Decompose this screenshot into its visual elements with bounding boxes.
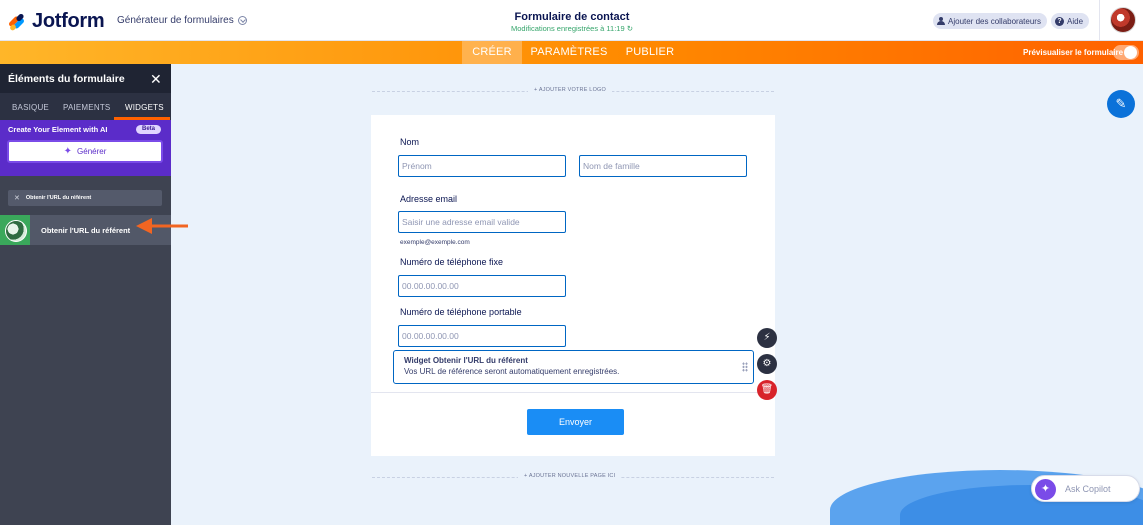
mobile-input[interactable]: 00.00.00.00.00: [398, 325, 566, 347]
ai-element-creator: Create Your Element with AI Beta ✦ Génér…: [0, 120, 171, 176]
submit-divider: [371, 392, 775, 393]
email-input[interactable]: Saisir une adresse email valide: [398, 211, 566, 233]
phone-label: Numéro de téléphone fixe: [400, 257, 504, 267]
drag-handle-icon[interactable]: [742, 362, 748, 372]
add-page-link[interactable]: + AJOUTER NOUVELLE PAGE ICI: [518, 473, 622, 479]
tab-payments[interactable]: PAIEMENTS: [63, 103, 110, 112]
builder-nav-bar: CRÉER PARAMÈTRES PUBLIER Prévisualiser l…: [0, 41, 1143, 64]
gear-icon[interactable]: ⚙: [757, 354, 777, 374]
search-filter-chip[interactable]: ✕ Obtenir l'URL du référent: [8, 190, 162, 206]
add-collaborators-label: Ajouter des collaborateurs: [948, 16, 1041, 26]
ask-copilot-button[interactable]: ✦ Ask Copilot: [1031, 475, 1140, 502]
widget-field-title: Widget Obtenir l'URL du référent: [404, 356, 528, 365]
tab-settings[interactable]: PARAMÈTRES: [530, 41, 608, 64]
referrer-url-widget-field[interactable]: Widget Obtenir l'URL du référent Vos URL…: [393, 350, 754, 384]
jotform-logo[interactable]: Jotform: [7, 10, 105, 33]
trash-icon[interactable]: 🗑: [757, 380, 777, 400]
save-status: Modifications enregistrées à 11:19 ↻: [470, 24, 674, 33]
preview-label: Prévisualiser le formulaire: [1023, 48, 1124, 57]
builder-select-dropdown[interactable]: Générateur de formulaires: [117, 15, 247, 26]
form-title-block: Formulaire de contact Modifications enre…: [470, 11, 674, 33]
globe-icon: [0, 215, 30, 245]
help-button[interactable]: ? Aide: [1051, 13, 1090, 29]
add-logo-link[interactable]: + AJOUTER VOTRE LOGO: [528, 87, 613, 93]
brand-name: Jotform: [32, 10, 105, 32]
clear-search-icon[interactable]: ✕: [14, 194, 20, 202]
refresh-icon: ↻: [626, 24, 634, 33]
email-example: exemple@exemple.com: [400, 239, 470, 246]
jotform-logo-icon: [7, 12, 26, 31]
user-avatar[interactable]: [1110, 7, 1136, 33]
panel-tabs: BASIQUE PAIEMENTS WIDGETS: [0, 93, 171, 120]
user-icon: [937, 17, 945, 25]
form-elements-panel: Éléments du formulaire ✕ BASIQUE PAIEMEN…: [0, 64, 171, 525]
tab-widgets[interactable]: WIDGETS: [125, 103, 164, 112]
sparkle-icon: ✦: [63, 146, 73, 157]
mobile-label: Numéro de téléphone portable: [400, 307, 522, 317]
header-divider: [1099, 0, 1100, 41]
save-status-text: Modifications enregistrées à 11:19: [510, 24, 625, 33]
help-label: Aide: [1067, 16, 1084, 26]
search-filter-text: Obtenir l'URL du référent: [25, 195, 92, 201]
copilot-label: Ask Copilot: [1065, 484, 1111, 494]
paint-roller-icon[interactable]: ✎: [1107, 90, 1135, 118]
panel-title: Éléments du formulaire: [8, 73, 125, 85]
widget-field-description: Vos URL de référence seront automatiquem…: [404, 367, 620, 376]
generate-label: Générer: [77, 147, 107, 156]
copilot-sparkle-icon: ✦: [1035, 479, 1056, 500]
pointer-arrow-icon: [136, 218, 188, 234]
last-name-input[interactable]: Nom de famille: [579, 155, 747, 177]
form-card: Nom Prénom Nom de famille Adresse email …: [371, 115, 775, 456]
close-icon[interactable]: ✕: [150, 71, 162, 88]
chevron-down-icon: [237, 16, 247, 25]
submit-button[interactable]: Envoyer: [527, 409, 624, 435]
tab-publish[interactable]: PUBLIER: [622, 41, 678, 64]
widget-item-label: Obtenir l'URL du référent: [41, 226, 131, 235]
preview-toggle[interactable]: [1113, 45, 1139, 60]
email-label: Adresse email: [400, 194, 458, 204]
tab-basic[interactable]: BASIQUE: [12, 103, 49, 112]
form-title[interactable]: Formulaire de contact: [470, 11, 674, 23]
top-header: Jotform Générateur de formulaires Formul…: [0, 0, 1143, 41]
help-icon: ?: [1055, 16, 1064, 26]
beta-badge: Beta: [136, 125, 162, 134]
add-collaborators-button[interactable]: Ajouter des collaborateurs: [933, 13, 1047, 29]
ai-title: Create Your Element with AI: [8, 125, 108, 134]
generate-button[interactable]: ✦ Générer: [7, 140, 163, 163]
panel-header: Éléments du formulaire ✕: [0, 64, 171, 93]
tab-create[interactable]: CRÉER: [462, 41, 522, 64]
name-label: Nom: [400, 137, 420, 147]
first-name-input[interactable]: Prénom: [398, 155, 566, 177]
magic-wand-icon[interactable]: ⚡: [757, 328, 777, 348]
phone-input[interactable]: 00.00.00.00.00: [398, 275, 566, 297]
builder-select-label: Générateur de formulaires: [117, 15, 234, 26]
